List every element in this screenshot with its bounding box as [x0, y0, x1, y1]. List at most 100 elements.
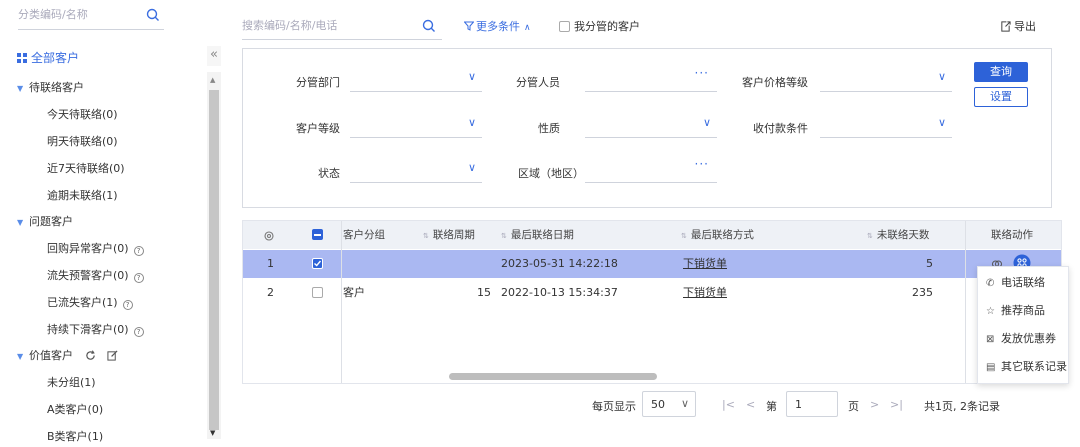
chevron-down-icon: ∨: [937, 116, 946, 129]
tree-item[interactable]: 今天待联络(0): [47, 105, 118, 125]
query-button[interactable]: 查询: [974, 62, 1028, 82]
filter-label-price-level: 客户价格等级: [742, 76, 808, 89]
nature-select[interactable]: ∨: [585, 112, 717, 138]
more-conditions-label: 更多条件: [476, 20, 520, 33]
row-last-date: 2023-05-31 14:22:18: [501, 257, 618, 270]
person-picker[interactable]: ···: [585, 66, 717, 92]
menu-item-coupon[interactable]: ⊠ 发放优惠券: [986, 329, 1056, 349]
caret-down-icon[interactable]: ▼: [17, 213, 29, 233]
tree-item-label: 回购异常客户(0): [47, 242, 129, 255]
scrollbar-thumb[interactable]: [449, 373, 657, 380]
chevron-down-icon: ∨: [681, 397, 690, 410]
table-horizontal-scrollbar[interactable]: [243, 371, 1061, 381]
search-icon[interactable]: [146, 8, 160, 22]
row-checkbox[interactable]: [312, 279, 327, 307]
filter-label-dept: 分管部门: [296, 76, 340, 89]
frozen-column-divider: [965, 221, 966, 383]
price-level-select[interactable]: ∨: [820, 66, 952, 92]
first-page-icon[interactable]: |<: [722, 398, 735, 411]
menu-item-other-record[interactable]: ▤ 其它联系记录: [986, 357, 1067, 377]
tree-group-problem[interactable]: ▼ 问题客户: [17, 212, 73, 232]
menu-item-label: 发放优惠券: [1001, 332, 1056, 345]
tree-item[interactable]: 已流失客户(1)?: [47, 293, 133, 313]
page-number-input[interactable]: 1: [786, 391, 838, 417]
row-last-method-link[interactable]: 下销货单: [683, 250, 727, 278]
filter-label-nature: 性质: [538, 122, 560, 135]
header-days[interactable]: ⇅ 未联络天数: [867, 221, 929, 249]
filter-label-level: 客户等级: [296, 122, 340, 135]
dept-select[interactable]: ∨: [350, 66, 482, 92]
header-group[interactable]: 客户分组: [343, 221, 385, 249]
my-customers-checkbox[interactable]: 我分管的客户: [559, 18, 640, 34]
refresh-icon[interactable]: [85, 350, 96, 361]
select-all-checkbox[interactable]: [312, 221, 323, 249]
last-page-icon[interactable]: >|: [890, 398, 903, 411]
tree-item-label: 今天待联络(0): [47, 108, 118, 121]
tree-item[interactable]: 回购异常客户(0)?: [47, 239, 144, 259]
level-select[interactable]: ∨: [350, 112, 482, 138]
row-checkbox[interactable]: [312, 250, 323, 278]
tree-item[interactable]: 逾期未联络(1): [47, 186, 118, 206]
tree-item[interactable]: A类客户(0): [47, 400, 103, 420]
customer-table: 客户分组 ⇅ 联络周期 ⇅ 最后联络日期 ⇅ 最后联络方式 ⇅ 未联络天数 联络动作 1…: [242, 220, 1062, 384]
header-cycle[interactable]: ⇅ 联络周期: [423, 221, 475, 249]
tree-group-label: 待联络客户: [29, 81, 84, 94]
more-dots-icon: ···: [694, 66, 709, 80]
tree-item[interactable]: 近7天待联络(0): [47, 159, 125, 179]
edit-icon[interactable]: [107, 350, 118, 361]
sort-icon: ⇅: [423, 232, 429, 240]
export-button[interactable]: 导出: [1000, 18, 1036, 34]
export-icon: [1000, 21, 1011, 32]
customer-search-input[interactable]: [242, 19, 402, 32]
scrollbar-thumb[interactable]: [209, 90, 219, 430]
help-icon[interactable]: ?: [133, 273, 144, 283]
column-settings-icon[interactable]: [263, 222, 275, 250]
tree-group-value[interactable]: ▼ 价值客户: [17, 346, 118, 366]
row-last-method-link[interactable]: 下销货单: [683, 279, 727, 307]
caret-down-icon[interactable]: ▼: [17, 347, 29, 367]
tree-group-label: 问题客户: [29, 215, 73, 228]
header-last-date[interactable]: ⇅ 最后联络日期: [501, 221, 574, 249]
page-prefix: 第: [766, 400, 777, 413]
scroll-up-icon[interactable]: ▲: [210, 76, 215, 84]
more-conditions-toggle[interactable]: 更多条件 ∧: [464, 18, 531, 34]
payment-select[interactable]: ∨: [820, 112, 952, 138]
header-last-method[interactable]: ⇅ 最后联络方式: [681, 221, 754, 249]
table-row[interactable]: 2 客户 15 2022-10-13 15:34:37 下销货单 235: [243, 279, 1061, 307]
chevron-up-icon: ∧: [524, 23, 531, 33]
customer-search-box[interactable]: [242, 14, 442, 40]
next-page-icon[interactable]: >: [870, 398, 879, 411]
scroll-down-icon[interactable]: ▼: [210, 429, 215, 437]
caret-down-icon[interactable]: ▼: [17, 79, 29, 99]
tree-item[interactable]: 持续下滑客户(0)?: [47, 320, 144, 340]
row-days: 5: [926, 257, 933, 270]
row-cycle: 15: [477, 286, 491, 299]
help-icon[interactable]: ?: [133, 327, 144, 337]
checkbox-icon[interactable]: [559, 21, 570, 32]
tree-group-pending[interactable]: ▼ 待联络客户: [17, 78, 84, 98]
tree-root-all[interactable]: 全部客户: [17, 48, 79, 68]
tree-item[interactable]: 明天待联络(0): [47, 132, 118, 152]
tree-item[interactable]: B类客户(1): [47, 427, 103, 447]
help-icon[interactable]: ?: [122, 300, 133, 310]
region-picker[interactable]: ···: [585, 157, 717, 183]
tree-item[interactable]: 流失预警客户(0)?: [47, 266, 144, 286]
menu-item-recommend[interactable]: ☆ 推荐商品: [986, 301, 1045, 321]
table-row[interactable]: 1 2023-05-31 14:22:18 下销货单 5: [243, 250, 1061, 278]
category-search-input[interactable]: [18, 8, 138, 21]
filter-label-region: 区域（地区）: [518, 167, 584, 180]
search-icon[interactable]: [422, 19, 436, 33]
menu-item-phone[interactable]: ✆ 电话联络: [986, 273, 1045, 293]
row-last-date: 2022-10-13 15:34:37: [501, 286, 618, 299]
my-customers-label: 我分管的客户: [574, 20, 640, 33]
sort-icon: ⇅: [681, 232, 687, 240]
sidebar-scrollbar[interactable]: ▲ ▼: [207, 72, 221, 439]
prev-page-icon[interactable]: <: [746, 398, 755, 411]
settings-button[interactable]: 设置: [974, 87, 1028, 107]
collapse-sidebar-button[interactable]: «: [207, 46, 221, 66]
header-days-label: 未联络天数: [876, 229, 930, 241]
category-search-box[interactable]: [18, 8, 164, 30]
tree-item[interactable]: 未分组(1): [47, 373, 96, 393]
help-icon[interactable]: ?: [133, 246, 144, 256]
per-page-select[interactable]: 50 ∨: [642, 391, 696, 417]
